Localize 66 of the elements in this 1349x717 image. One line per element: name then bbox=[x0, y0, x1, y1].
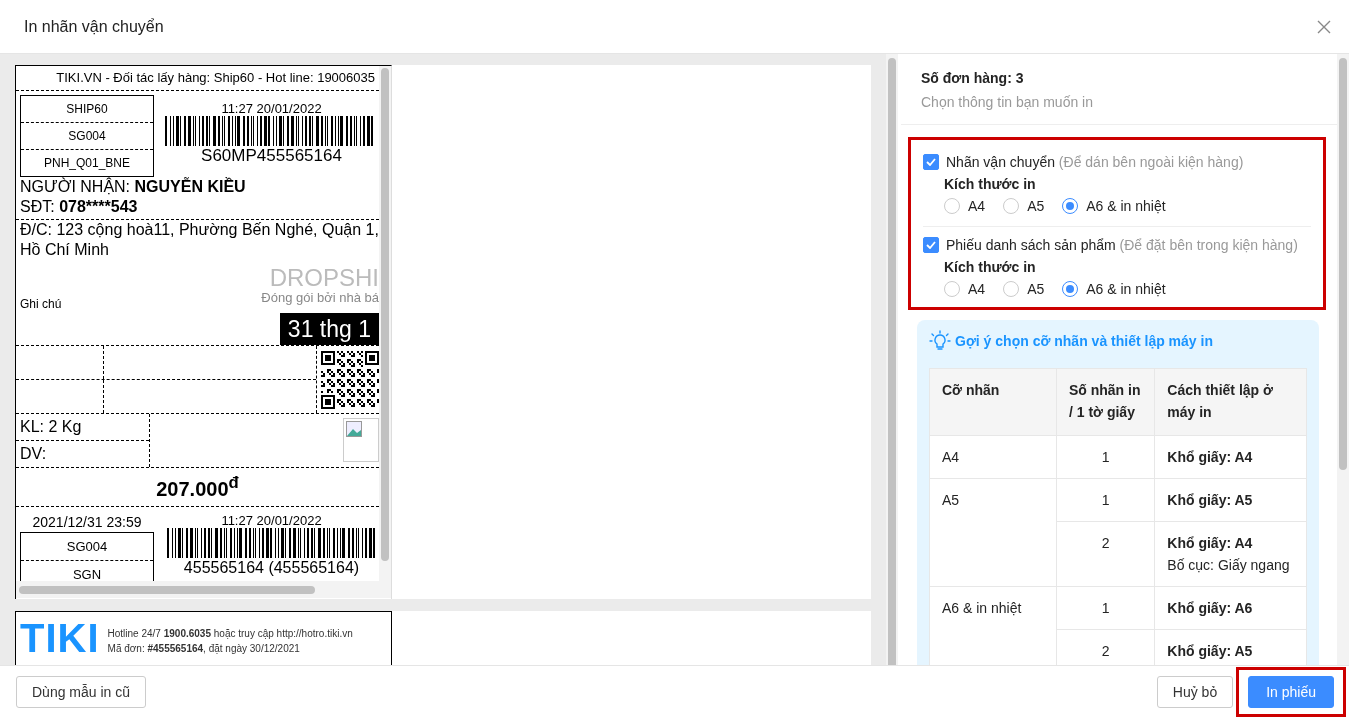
paper-setting: Khổ giấy: A4 bbox=[1167, 534, 1254, 553]
weight: KL: 2 Kg bbox=[19, 417, 83, 437]
paper-setting: Khổ giấy: A4 bbox=[1167, 448, 1254, 467]
route-code: SHIP60 bbox=[65, 101, 109, 118]
column-header: Cách thiết lập ở máy in bbox=[1154, 368, 1307, 436]
cancel-button[interactable]: Huỷ bỏ bbox=[1156, 675, 1234, 708]
broken-image-icon bbox=[343, 418, 379, 462]
dialog-title: In nhãn vận chuyển bbox=[24, 17, 164, 36]
option-label: Nhãn vận chuyển (Để dán bên ngoài kiện hàng) bbox=[946, 153, 1244, 172]
sort-code: SG004 bbox=[65, 538, 109, 556]
old-template-button[interactable]: Dùng mẫu in cũ bbox=[16, 675, 147, 708]
size-radio[interactable]: A6 & in nhiệt bbox=[1062, 279, 1166, 299]
horizontal-scrollbar[interactable] bbox=[16, 581, 391, 598]
note-label: Ghi chú bbox=[20, 297, 62, 311]
checkbox[interactable] bbox=[923, 237, 939, 253]
hotline-text: Hotline 24/7 1900.6035 hoặc truy cập http://hotro.tiki.vn bbox=[107, 627, 353, 641]
address-line: Đ/C: 123 cộng hoà11, Phường Bến Nghé, Quận 1, bbox=[19, 220, 379, 240]
table-cell: 1 bbox=[1056, 435, 1155, 479]
size-label: Kích thước in bbox=[944, 175, 1037, 194]
checkbox[interactable] bbox=[923, 154, 939, 170]
size-radio[interactable]: A4 bbox=[944, 279, 986, 299]
checkmark-icon bbox=[926, 158, 936, 166]
vertical-scrollbar[interactable] bbox=[886, 54, 898, 665]
qr-code-drawing bbox=[321, 350, 379, 409]
table-cell: 2 bbox=[1056, 521, 1155, 587]
layout-setting: Bố cục: Giấy ngang bbox=[1167, 556, 1291, 575]
size-radio[interactable]: A6 & in nhiệt bbox=[1062, 196, 1166, 216]
table-cell: 1 bbox=[1056, 586, 1155, 630]
table-cell: A5 bbox=[929, 478, 1057, 587]
suggestion-title: Gợi ý chọn cỡ nhãn và thiết lập máy in bbox=[955, 333, 1213, 349]
dropship-note: Đóng gói bởi nhà bá bbox=[261, 290, 379, 305]
size-radio[interactable]: A5 bbox=[1003, 196, 1045, 216]
size-radio[interactable]: A4 bbox=[944, 196, 986, 216]
paper-setting: Khổ giấy: A5 bbox=[1167, 491, 1254, 510]
close-icon[interactable] bbox=[1317, 19, 1331, 34]
route-code: SG004 bbox=[21, 122, 153, 149]
table-cell: 1 bbox=[1056, 478, 1155, 522]
service: DV: bbox=[16, 440, 149, 467]
print-time: 11:27 20/01/2022 bbox=[221, 101, 322, 116]
paper-setting: Khổ giấy: A6 bbox=[1167, 599, 1254, 618]
instruction-text: Chọn thông tin bạn muốn in bbox=[921, 93, 1094, 112]
size-radio[interactable]: A5 bbox=[1003, 279, 1045, 299]
print-time: 11:27 20/01/2022 bbox=[221, 513, 322, 528]
paper-setting: Khổ giấy: A5 bbox=[1167, 642, 1254, 661]
dropship-title: DROPSHI bbox=[269, 266, 379, 290]
order-count: Số đơn hàng: 3 bbox=[921, 69, 1025, 88]
address-line: Hồ Chí Minh bbox=[19, 240, 110, 260]
option-label: Phiếu danh sách sản phẩm (Để đặt bên trong kiện hàng) bbox=[946, 236, 1298, 255]
deadline: 2021/12/31 23:59 bbox=[32, 514, 142, 530]
column-header: Cỡ nhãn bbox=[929, 368, 1057, 436]
vertical-scrollbar[interactable] bbox=[1337, 54, 1349, 665]
route-code: PNH_Q01_BNE bbox=[21, 149, 153, 176]
order-code: 455565164 (455565164) bbox=[183, 558, 360, 577]
table-cell: A4 bbox=[929, 435, 1057, 479]
logo: TIKI bbox=[20, 616, 100, 660]
cod-amount: 207.000$^{đ}$ bbox=[156, 473, 239, 501]
lightbulb-icon bbox=[929, 330, 951, 352]
delivery-date: 31 thg 1 bbox=[279, 313, 379, 345]
vertical-scrollbar[interactable] bbox=[379, 66, 391, 581]
order-info: Mã đơn: #455565164, đặt ngày 30/12/2021 bbox=[107, 642, 301, 656]
column-header: Số nhãn in / 1 tờ giấy bbox=[1056, 368, 1155, 436]
recipient-name: NGƯỜI NHẬN: NGUYỄN KIỀU bbox=[19, 177, 247, 197]
checkmark-icon bbox=[926, 241, 936, 249]
size-label: Kích thước in bbox=[944, 258, 1037, 277]
tracking-code: S60MP455565164 bbox=[201, 146, 342, 165]
recipient-phone: SĐT: 078****543 bbox=[19, 197, 139, 217]
